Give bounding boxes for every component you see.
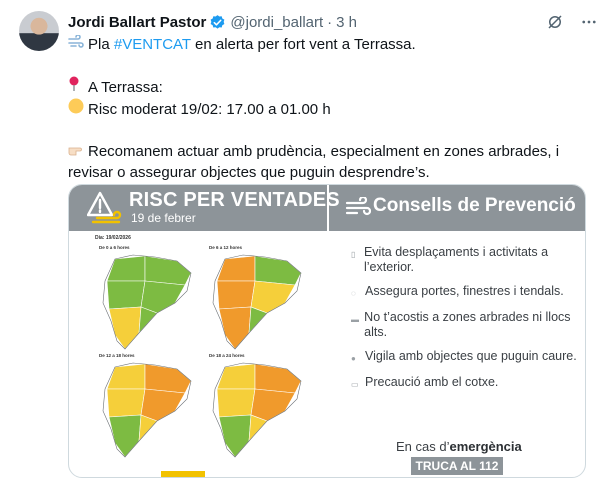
map-region: [216, 255, 256, 282]
tip-text: Vigila amb objectes que puguin caure.: [365, 349, 577, 363]
map-region: [216, 388, 256, 418]
more-icon[interactable]: [579, 12, 599, 32]
tweet-line-2-text: A Terrassa:: [88, 79, 163, 96]
map-region: [140, 280, 186, 314]
window-icon: ◌: [351, 289, 356, 298]
tip-item: ▭ Precaució amb el cotxe.: [351, 375, 581, 392]
emergency-pre: En cas d’: [396, 439, 450, 454]
map-region: [108, 306, 142, 349]
map-region: [106, 388, 146, 418]
tweet-line-3: Risc moderat 19/02: 17.00 a 01.00 h: [68, 98, 598, 120]
timestamp[interactable]: 3 h: [336, 14, 357, 31]
author-name[interactable]: Jordi Ballart Pastor: [68, 14, 206, 31]
map-region: [216, 280, 256, 310]
map-label-4: De 18 a 24 hores: [209, 353, 245, 358]
tweet-text: Pla #VENTCAT en alerta per fort vent a T…: [68, 34, 598, 183]
yellow-bar: [161, 471, 205, 477]
tip-text: Evita desplaçaments i activitats a l’ext…: [363, 245, 549, 274]
map-region: [254, 255, 301, 286]
grok-icon[interactable]: [545, 12, 565, 32]
map-region: [106, 363, 146, 390]
round-pushpin-icon: [68, 76, 88, 98]
hashtag-link[interactable]: #VENTCAT: [114, 36, 191, 53]
tree-icon: ▬: [351, 315, 359, 324]
door-icon: ▯: [351, 250, 356, 259]
tweet-line-4-text: Recomanem actuar amb prudència, especial…: [88, 143, 560, 160]
call-112-banner: TRUCA AL 112: [411, 457, 503, 475]
avatar[interactable]: [19, 11, 59, 51]
tip-item: ▯ Evita desplaçaments i activitats a l’e…: [351, 245, 581, 275]
tip-text: No t’acostis a zones arbrades ni llocs a…: [364, 310, 571, 339]
risk-date: 19 de febrer: [131, 211, 196, 225]
map-region: [218, 306, 252, 349]
yellow-circle-icon: [68, 98, 88, 120]
tweet-line-2: A Terrassa:: [68, 76, 598, 98]
tip-text: Assegura portes, finestres i tendals.: [365, 284, 564, 298]
pointing-hand-icon: [68, 141, 88, 162]
tweet-line-3-text: Risc moderat 19/02: 17.00 a 01.00 h: [88, 101, 331, 118]
map-label-3: De 12 a 18 hores: [99, 353, 135, 358]
catalonia-map: [102, 254, 192, 350]
catalonia-map: [212, 254, 302, 350]
map-region: [108, 414, 142, 457]
tip-item: ◌ Assegura portes, finestres i tendals.: [351, 284, 581, 301]
map-region: [144, 363, 191, 394]
catalonia-map: [102, 362, 192, 458]
map-region: [144, 255, 191, 286]
catalonia-map: [212, 362, 302, 458]
separator: ·: [327, 13, 333, 31]
tweet-line-1: Pla #VENTCAT en alerta per fort vent a T…: [68, 34, 598, 55]
map-region: [254, 363, 301, 394]
author-handle[interactable]: @jordi_ballart: [230, 14, 323, 31]
map-region: [140, 388, 186, 422]
consells-title: Consells de Prevenció: [373, 195, 576, 216]
tweet-line-4: Recomanem actuar amb prudència, especial…: [68, 141, 598, 162]
warning-wind-icon: [86, 191, 125, 230]
risk-title: RISC PER VENTADES: [129, 189, 340, 211]
tip-item: ● Vigila amb objectes que puguin caure.: [351, 349, 581, 366]
tweet-actions: [545, 12, 599, 32]
tip-item: ▬ No t’acostis a zones arbrades ni llocs…: [351, 310, 581, 340]
risk-maps: Dia: 19/02/2026 De 0 a 6 hores De 6 a 12…: [91, 235, 313, 475]
verified-badge-icon: [209, 14, 226, 31]
tip-text: Precaució amb el cotxe.: [365, 375, 499, 389]
map-label-1: De 0 a 6 hores: [99, 245, 130, 250]
wind-face-icon: [68, 34, 88, 55]
map-day: Dia: 19/02/2026: [95, 235, 131, 241]
map-region: [218, 414, 252, 457]
map-region: [106, 255, 146, 282]
map-region: [250, 280, 296, 314]
map-region: [216, 363, 256, 390]
tweet-line-5: revisar o assegurar objectes que puguin …: [68, 164, 430, 181]
wind-icon: [345, 195, 372, 222]
tweet-line-1-post: en alerta per fort vent a Terrassa.: [190, 36, 416, 53]
car-icon: ▭: [351, 380, 359, 389]
emergency-text: En cas d’emergència: [396, 439, 522, 454]
tweet[interactable]: Jordi Ballart Pastor @jordi_ballart · 3 …: [0, 0, 611, 489]
map-label-2: De 6 a 12 hores: [209, 245, 243, 250]
tweet-line-1-pre: Pla: [88, 36, 114, 53]
falling-object-icon: ●: [351, 354, 356, 363]
media-image[interactable]: RISC PER VENTADES 19 de febrer Consells …: [68, 184, 586, 478]
emergency-bold: emergència: [449, 439, 522, 454]
map-region: [106, 280, 146, 310]
tweet-header: Jordi Ballart Pastor @jordi_ballart · 3 …: [68, 12, 357, 32]
prevention-tips: ▯ Evita desplaçaments i activitats a l’e…: [351, 245, 581, 401]
map-region: [250, 388, 296, 422]
